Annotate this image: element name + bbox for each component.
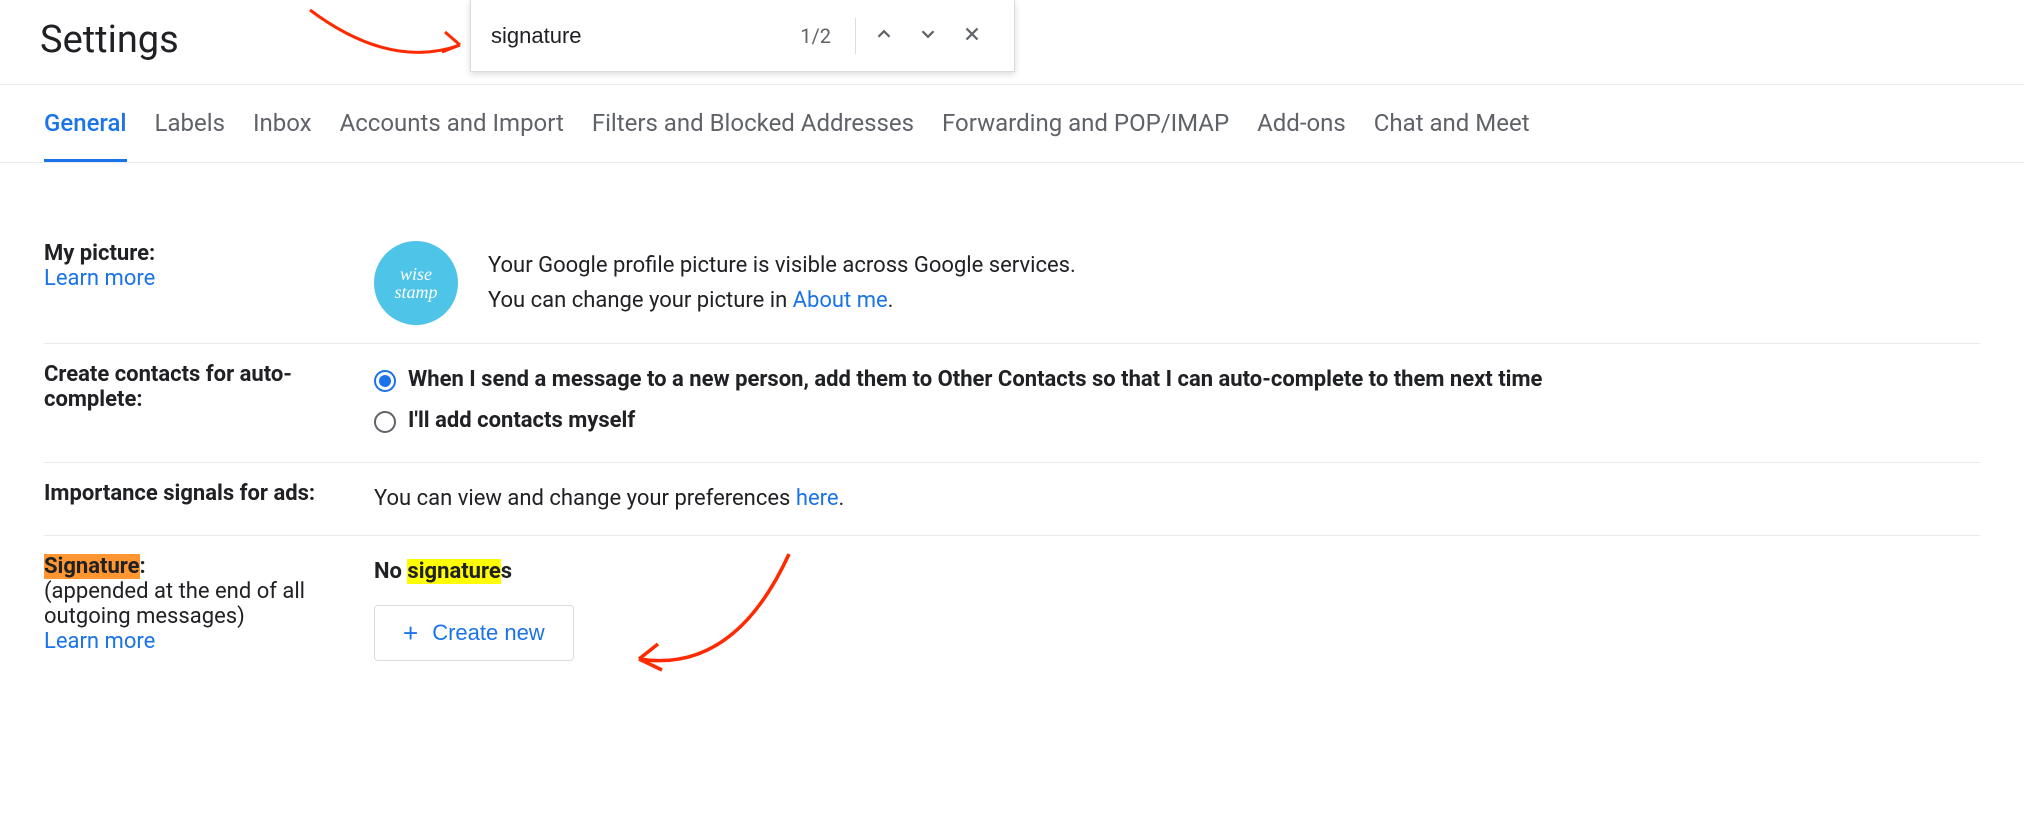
find-next-button[interactable]	[906, 14, 950, 58]
find-close-button[interactable]	[950, 14, 994, 58]
tab-chat[interactable]: Chat and Meet	[1374, 87, 1530, 162]
close-icon	[961, 23, 983, 48]
label-text: My picture:	[44, 241, 155, 266]
setting-body-signature: No signatures + Create new	[374, 554, 1980, 661]
avatar-text: wise stamp	[394, 265, 437, 301]
signature-sub: (appended at the end of all outgoing mes…	[44, 579, 305, 629]
radio-checked-icon	[374, 370, 396, 392]
tab-filters[interactable]: Filters and Blocked Addresses	[592, 87, 914, 162]
tab-labels[interactable]: Labels	[155, 87, 225, 162]
learn-more-link[interactable]: Learn more	[44, 266, 155, 291]
setting-body-picture: wise stamp Your Google profile picture i…	[374, 241, 1980, 325]
setting-signature: Signature: (appended at the end of all o…	[44, 536, 1980, 679]
picture-line1: Your Google profile picture is visible a…	[488, 248, 1076, 283]
create-new-label: Create new	[432, 620, 545, 646]
no-sig-prefix: No	[374, 559, 407, 584]
contacts-option1-label: When I send a message to a new person, a…	[408, 362, 1542, 397]
setting-my-picture: My picture: Learn more wise stamp Your G…	[44, 223, 1980, 344]
setting-label-ads: Importance signals for ads:	[44, 481, 374, 516]
picture-line2-prefix: You can change your picture in	[488, 288, 793, 313]
find-divider	[855, 18, 856, 54]
chevron-up-icon	[873, 23, 895, 48]
setting-label-signature: Signature: (appended at the end of all o…	[44, 554, 374, 661]
find-prev-button[interactable]	[862, 14, 906, 58]
tab-accounts[interactable]: Accounts and Import	[340, 87, 564, 162]
setting-body-contacts: When I send a message to a new person, a…	[374, 362, 1980, 444]
picture-description: Your Google profile picture is visible a…	[488, 248, 1076, 318]
plus-icon: +	[403, 620, 418, 646]
ads-prefix: You can view and change your preferences	[374, 486, 796, 511]
no-sig-hl: signature	[407, 559, 500, 584]
setting-label-contacts: Create contacts for auto-complete:	[44, 362, 374, 444]
settings-content: My picture: Learn more wise stamp Your G…	[0, 163, 2024, 679]
setting-contacts: Create contacts for auto-complete: When …	[44, 344, 1980, 463]
no-sig-suffix: s	[501, 559, 512, 584]
signature-learn-more-link[interactable]: Learn more	[44, 629, 155, 654]
contacts-option2-label: I'll add contacts myself	[408, 403, 635, 438]
chevron-down-icon	[917, 23, 939, 48]
tabs: General Labels Inbox Accounts and Import…	[0, 87, 2024, 163]
ads-here-link[interactable]: here	[796, 486, 839, 511]
setting-label-picture: My picture: Learn more	[44, 241, 374, 325]
no-signatures-text: No signatures	[374, 554, 1980, 589]
setting-body-ads: You can view and change your preferences…	[374, 481, 1980, 516]
tab-general[interactable]: General	[44, 87, 127, 162]
find-count: 1/2	[782, 24, 849, 48]
signature-colon: :	[140, 554, 146, 579]
signature-label-hl: Signature	[44, 554, 140, 579]
find-bar: 1/2	[470, 0, 1015, 72]
contacts-option1-row[interactable]: When I send a message to a new person, a…	[374, 362, 1980, 397]
picture-line2: You can change your picture in About me.	[488, 283, 1076, 318]
radio-unchecked-icon	[374, 411, 396, 433]
find-input[interactable]	[491, 23, 782, 49]
tab-addons[interactable]: Add-ons	[1257, 87, 1346, 162]
about-me-link[interactable]: About me	[793, 288, 888, 313]
tab-forwarding[interactable]: Forwarding and POP/IMAP	[942, 87, 1229, 162]
picture-line2-suffix: .	[888, 288, 894, 313]
avatar[interactable]: wise stamp	[374, 241, 458, 325]
setting-ads: Importance signals for ads: You can view…	[44, 463, 1980, 535]
ads-suffix: .	[839, 486, 845, 511]
contacts-option2-row[interactable]: I'll add contacts myself	[374, 403, 1980, 438]
create-new-button[interactable]: + Create new	[374, 605, 574, 661]
tab-inbox[interactable]: Inbox	[253, 87, 312, 162]
